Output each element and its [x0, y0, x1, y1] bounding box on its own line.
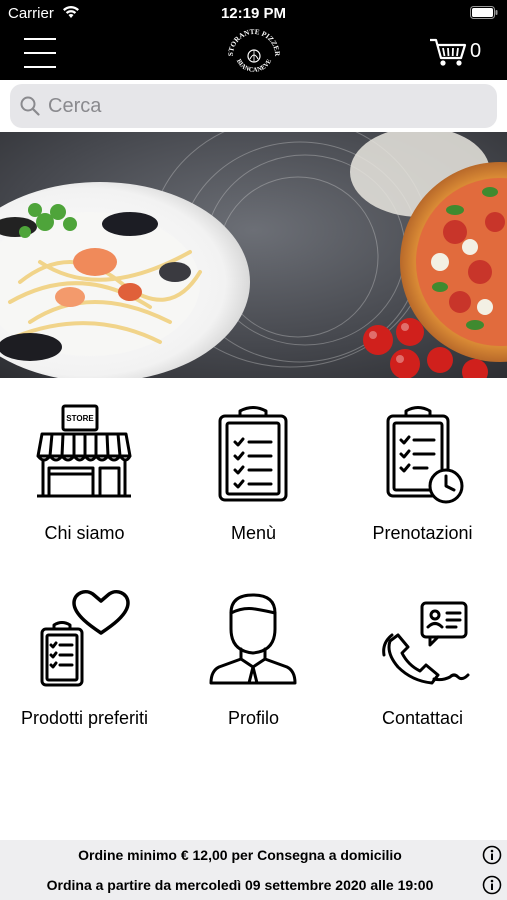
tile-label: Prodotti preferiti [20, 708, 149, 728]
search-bar-container [0, 80, 507, 132]
search-box[interactable] [10, 84, 497, 128]
search-icon [20, 96, 40, 121]
clipboard-clock-icon [372, 404, 472, 504]
svg-text:STORE: STORE [66, 414, 94, 423]
footer-row-order-start: Ordina a partire da mercoledì 09 settemb… [0, 870, 507, 900]
tile-prenotazioni[interactable]: Prenotazioni [338, 390, 507, 560]
tile-chi-siamo[interactable]: STORE Chi siamo [0, 390, 169, 560]
tile-label: Menù [230, 523, 277, 543]
tile-label: Profilo [227, 708, 280, 728]
tile-menu[interactable]: Menù [169, 390, 338, 560]
store-icon: STORE [34, 404, 134, 504]
search-input[interactable] [48, 84, 488, 128]
status-time: 12:19 PM [220, 5, 287, 22]
info-icon[interactable] [482, 875, 502, 900]
shopping-cart-icon[interactable] [428, 36, 468, 68]
hamburger-menu-icon[interactable] [24, 36, 56, 70]
tile-contattaci[interactable]: Contattaci [338, 575, 507, 745]
food-banner-image [0, 132, 507, 378]
minimum-order-text: Ordine minimo € 12,00 per Consegna a dom… [78, 847, 402, 863]
tile-profilo[interactable]: Profilo [169, 575, 338, 745]
clipboard-heart-icon [34, 589, 134, 689]
phone-contact-icon [372, 589, 472, 689]
battery-icon [470, 6, 498, 24]
restaurant-logo: RISTORANTE PIZZERIA BIANCANEVE [222, 22, 283, 78]
order-info-footer: Ordine minimo € 12,00 per Consegna a dom… [0, 840, 507, 900]
status-bar: Carrier 12:19 PM [0, 0, 507, 26]
cart-count-badge: 0 [470, 40, 482, 62]
footer-row-minimum-order: Ordine minimo € 12,00 per Consegna a dom… [0, 840, 507, 870]
tile-label: Contattaci [381, 708, 464, 728]
order-start-text: Ordina a partire da mercoledì 09 settemb… [46, 877, 434, 893]
tile-label: Prenotazioni [372, 523, 473, 543]
clipboard-checklist-icon [203, 404, 303, 504]
user-profile-icon [203, 589, 303, 689]
tile-prodotti-preferiti[interactable]: Prodotti preferiti [0, 575, 169, 745]
top-navbar: RISTORANTE PIZZERIA BIANCANEVE 0 [0, 22, 507, 80]
tile-label: Chi siamo [44, 523, 125, 543]
info-icon[interactable] [482, 845, 502, 870]
svg-text:RISTORANTE PIZZERIA: RISTORANTE PIZZERIA [225, 28, 281, 57]
